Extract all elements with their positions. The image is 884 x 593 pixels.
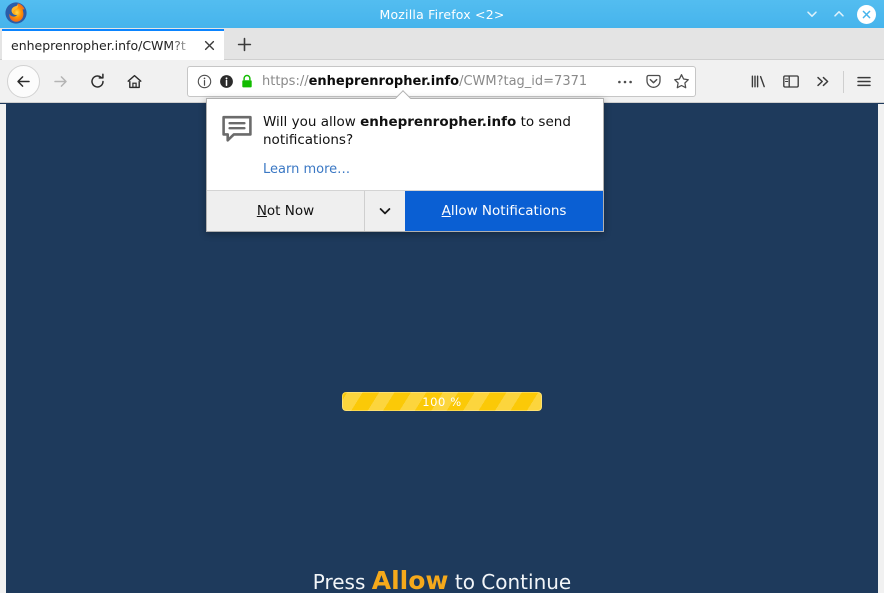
toolbar-divider bbox=[843, 70, 844, 93]
progress-bar-container: 100 % bbox=[6, 392, 878, 411]
cta-accent-word: Allow bbox=[371, 566, 449, 593]
hamburger-menu-icon[interactable] bbox=[848, 66, 880, 98]
url-host: enheprenropher.info bbox=[308, 74, 460, 89]
minimize-button[interactable] bbox=[803, 5, 821, 23]
tab-title: enheprenropher.info/CWM?t bbox=[11, 38, 186, 53]
learn-more-link[interactable]: Learn more… bbox=[263, 162, 350, 177]
not-now-button[interactable]: Not Now bbox=[207, 191, 365, 232]
call-to-action-text: Press Allow to Continue bbox=[6, 566, 878, 593]
urlbar-actions bbox=[611, 69, 695, 95]
pocket-icon[interactable] bbox=[639, 69, 667, 95]
forward-button bbox=[43, 64, 77, 98]
popup-text-block: Will you allow enheprenropher.info to se… bbox=[261, 113, 589, 178]
title-bar: Mozilla Firefox <2> bbox=[0, 0, 884, 28]
tab-close-icon[interactable] bbox=[198, 35, 220, 57]
sidebar-icon[interactable] bbox=[775, 66, 807, 98]
popup-question-host: enheprenropher.info bbox=[360, 114, 517, 130]
url-scheme: https:// bbox=[262, 74, 309, 89]
padlock-icon[interactable] bbox=[236, 74, 258, 89]
close-button[interactable] bbox=[857, 4, 876, 24]
tab-strip: enheprenropher.info/CWM?t bbox=[0, 28, 884, 60]
firefox-window: Mozilla Firefox <2> enheprenropher.info/… bbox=[0, 0, 884, 593]
allow-accesskey: A bbox=[441, 203, 451, 220]
browser-tab[interactable]: enheprenropher.info/CWM?t bbox=[2, 29, 224, 60]
window-controls bbox=[803, 0, 876, 28]
notification-permission-icon[interactable] bbox=[216, 74, 236, 89]
chevron-down-icon[interactable] bbox=[365, 191, 405, 231]
overflow-chevrons-icon[interactable] bbox=[807, 66, 839, 98]
reload-button[interactable] bbox=[80, 64, 114, 98]
popup-action-row: Not Now Allow Notifications bbox=[207, 190, 603, 232]
allow-notifications-button[interactable]: Allow Notifications bbox=[405, 191, 603, 232]
page-actions-icon[interactable] bbox=[611, 69, 639, 95]
back-button[interactable] bbox=[7, 64, 40, 98]
not-now-accesskey: N bbox=[256, 203, 267, 220]
new-tab-button[interactable] bbox=[228, 29, 261, 60]
notification-permission-popup: Will you allow enheprenropher.info to se… bbox=[206, 98, 604, 233]
window-title: Mozilla Firefox <2> bbox=[379, 6, 505, 22]
popup-body: Will you allow enheprenropher.info to se… bbox=[207, 99, 603, 190]
url-text[interactable]: https://enheprenropher.info/CWM?tag_id=7… bbox=[262, 74, 611, 89]
notification-bubble-icon bbox=[221, 113, 261, 178]
toolbar-right-group bbox=[743, 60, 880, 103]
home-button[interactable] bbox=[117, 64, 151, 98]
address-bar[interactable]: https://enheprenropher.info/CWM?tag_id=7… bbox=[187, 66, 696, 97]
url-path: /CWM?tag_id=7371 bbox=[459, 74, 588, 89]
bookmark-star-icon[interactable] bbox=[667, 69, 695, 95]
cta-before: Press bbox=[312, 570, 372, 593]
popup-question-prefix: Will you allow bbox=[263, 114, 361, 130]
progress-bar: 100 % bbox=[342, 392, 542, 411]
cta-after: to Continue bbox=[448, 570, 572, 593]
popup-question: Will you allow enheprenropher.info to se… bbox=[263, 113, 589, 149]
library-icon[interactable] bbox=[743, 66, 775, 98]
not-now-label-rest: ot Now bbox=[266, 203, 315, 220]
allow-label-rest: llow Notifications bbox=[450, 203, 567, 220]
popup-arrow bbox=[395, 90, 411, 99]
maximize-button[interactable] bbox=[830, 5, 848, 23]
progress-label: 100 % bbox=[422, 394, 462, 409]
page-info-icon[interactable] bbox=[192, 74, 216, 89]
